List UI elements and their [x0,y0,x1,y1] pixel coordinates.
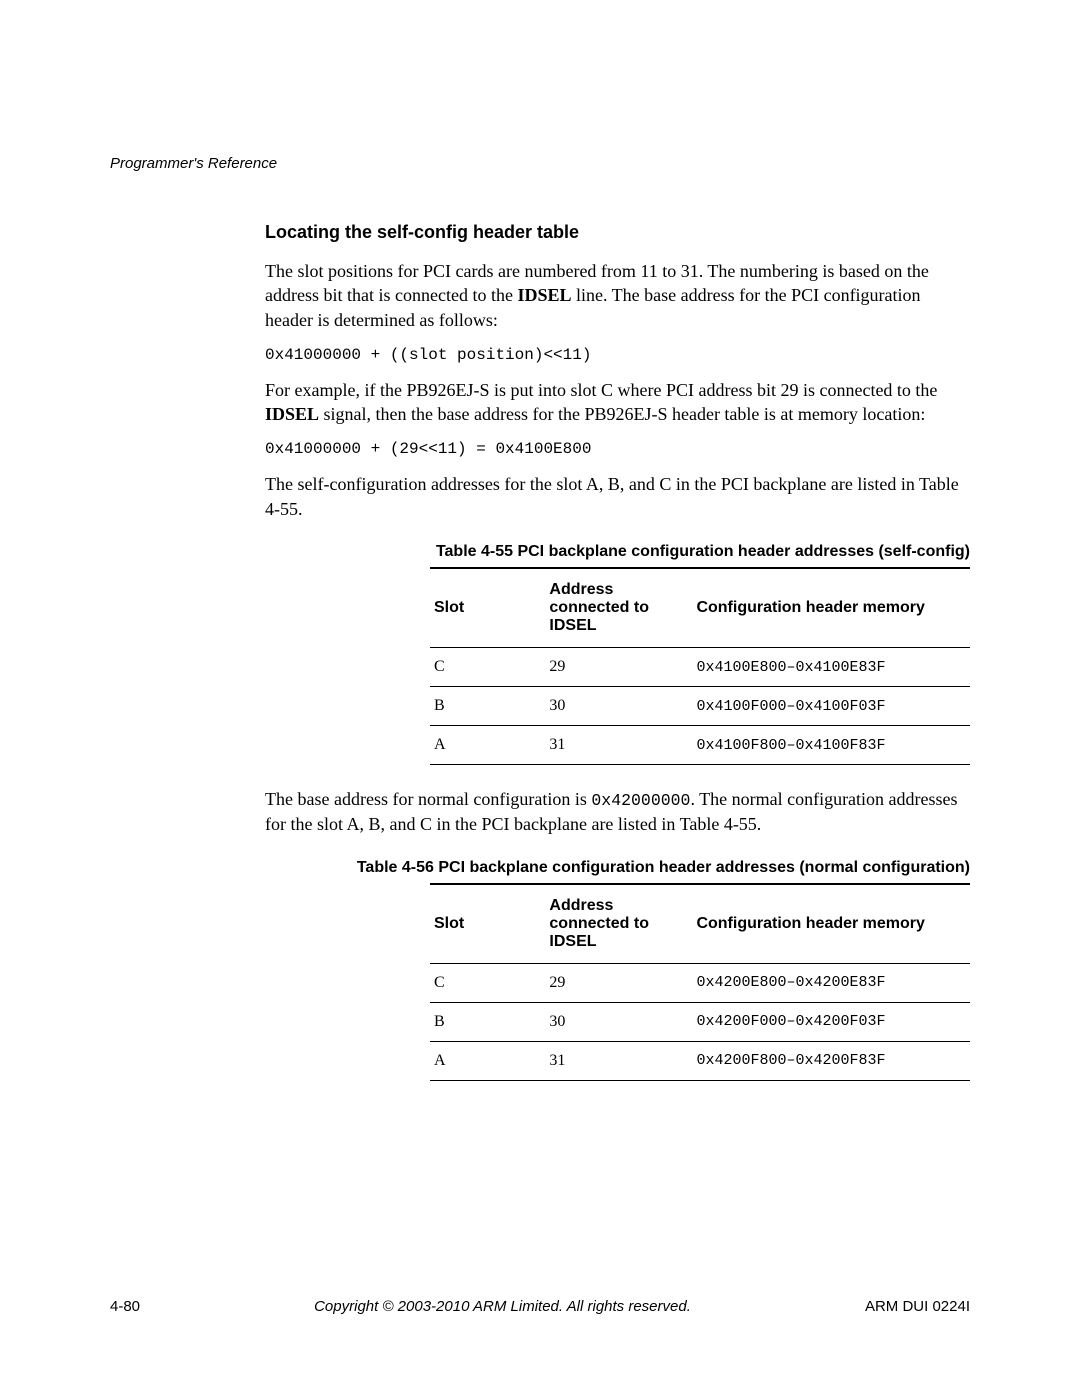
cell-addr: 31 [545,726,692,765]
table-row: A 31 0x4100F800–0x4100F83F [430,726,970,765]
cell-slot: B [430,1002,545,1041]
cell-slot: A [430,1041,545,1080]
table-56-caption: Table 4-56 PCI backplane configuration h… [265,859,970,877]
table-header-row: Slot Address connected to IDSEL Configur… [430,568,970,648]
table-row: A 31 0x4200F800–0x4200F83F [430,1041,970,1080]
cell-mem: 0x4200E800–0x4200E83F [692,963,970,1002]
cell-mem: 0x4100E800–0x4100E83F [692,648,970,687]
table-row: C 29 0x4200E800–0x4200E83F [430,963,970,1002]
table-55-caption: Table 4-55 PCI backplane configuration h… [265,543,970,561]
table-55: Slot Address connected to IDSEL Configur… [430,567,970,765]
cell-addr: 29 [545,963,692,1002]
cell-addr: 31 [545,1041,692,1080]
th-slot: Slot [430,884,545,964]
code-block-2: 0x41000000 + (29<<11) = 0x4100E800 [265,440,970,458]
cell-mem: 0x4200F000–0x4200F03F [692,1002,970,1041]
section-heading: Locating the self-config header table [265,222,970,243]
code-block-1: 0x41000000 + ((slot position)<<11) [265,346,970,364]
th-mem: Configuration header memory [692,568,970,648]
para2-bold-idsel: IDSEL [265,404,319,424]
cell-slot: A [430,726,545,765]
paragraph-2: For example, if the PB926EJ-S is put int… [265,378,970,427]
para2-pre: For example, if the PB926EJ-S is put int… [265,380,937,400]
cell-mem: 0x4100F000–0x4100F03F [692,687,970,726]
table-header-row: Slot Address connected to IDSEL Configur… [430,884,970,964]
paragraph-1: The slot positions for PCI cards are num… [265,259,970,332]
para4-pre: The base address for normal configuratio… [265,789,591,809]
paragraph-3: The self-configuration addresses for the… [265,472,970,521]
page-number: 4-80 [110,1298,140,1315]
cell-addr: 30 [545,687,692,726]
page: Programmer's Reference Locating the self… [0,0,1080,1397]
para1-bold-idsel: IDSEL [517,285,571,305]
table-row: B 30 0x4100F000–0x4100F03F [430,687,970,726]
paragraph-4: The base address for normal configuratio… [265,787,970,837]
para2-post: signal, then the base address for the PB… [319,404,925,424]
doc-reference: ARM DUI 0224I [865,1298,970,1315]
table-row: B 30 0x4200F000–0x4200F03F [430,1002,970,1041]
th-addr: Address connected to IDSEL [545,568,692,648]
cell-slot: B [430,687,545,726]
page-footer: 4-80 Copyright © 2003-2010 ARM Limited. … [110,1298,970,1315]
table-row: C 29 0x4100E800–0x4100E83F [430,648,970,687]
cell-mem: 0x4200F800–0x4200F83F [692,1041,970,1080]
cell-addr: 30 [545,1002,692,1041]
th-addr: Address connected to IDSEL [545,884,692,964]
table-56: Slot Address connected to IDSEL Configur… [430,883,970,1081]
cell-addr: 29 [545,648,692,687]
content-area: Locating the self-config header table Th… [265,222,970,1081]
para4-code: 0x42000000 [591,791,690,810]
th-mem: Configuration header memory [692,884,970,964]
th-slot: Slot [430,568,545,648]
cell-slot: C [430,963,545,1002]
breadcrumb: Programmer's Reference [110,155,970,172]
copyright-text: Copyright © 2003-2010 ARM Limited. All r… [140,1298,865,1315]
cell-slot: C [430,648,545,687]
cell-mem: 0x4100F800–0x4100F83F [692,726,970,765]
